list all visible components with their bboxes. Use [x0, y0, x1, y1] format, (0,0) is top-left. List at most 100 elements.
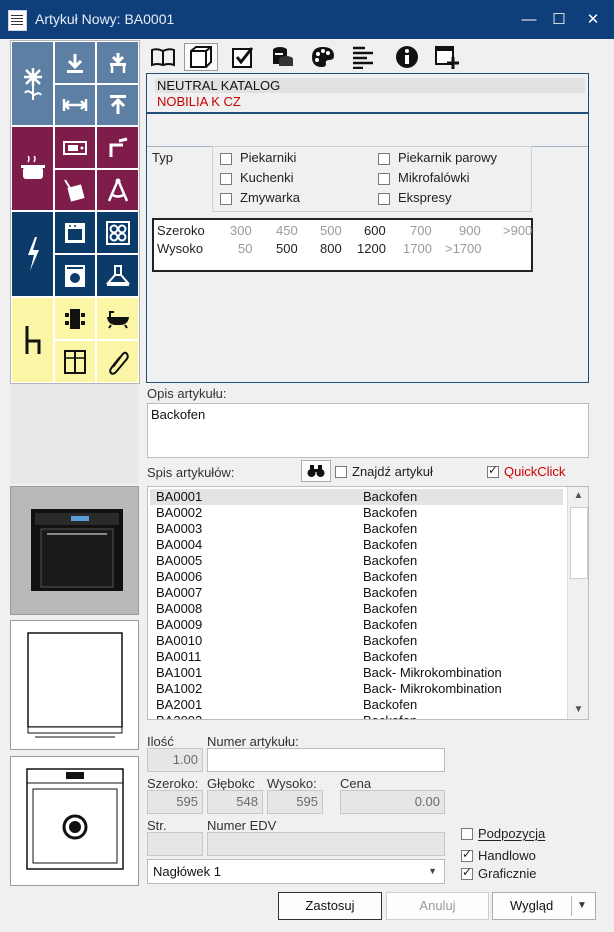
- cena-label: Cena: [340, 776, 372, 791]
- ilosc-label: Ilość: [147, 734, 174, 749]
- washing-machine-icon[interactable]: [54, 254, 96, 297]
- height-option[interactable]: 50: [238, 241, 252, 256]
- hood-icon[interactable]: [96, 254, 139, 297]
- minimize-button[interactable]: —: [514, 8, 544, 32]
- znajdz-checkbox[interactable]: [335, 466, 347, 478]
- list-item[interactable]: BA0004 Backofen: [150, 537, 563, 553]
- install-arrow-icon[interactable]: [96, 41, 139, 84]
- list-item[interactable]: BA0008 Backofen: [150, 601, 563, 617]
- width-option[interactable]: 600: [364, 223, 386, 238]
- quickclick-label: QuickClick: [504, 464, 566, 479]
- width-option[interactable]: 450: [276, 223, 298, 238]
- list-item[interactable]: BA1001 Back- Mikrokombination: [150, 665, 563, 681]
- cabinet-icon[interactable]: [54, 340, 96, 383]
- info-icon[interactable]: [390, 43, 424, 71]
- cooktop-icon[interactable]: [96, 211, 139, 254]
- scroll-up-icon[interactable]: ▲: [568, 487, 588, 505]
- list-item[interactable]: BA0003 Backofen: [150, 521, 563, 537]
- height-option[interactable]: 500: [276, 241, 298, 256]
- list-item[interactable]: BA0007 Backofen: [150, 585, 563, 601]
- width-option[interactable]: 500: [320, 223, 342, 238]
- article-description: Backofen: [363, 553, 418, 568]
- bathtub-icon[interactable]: [96, 297, 139, 340]
- article-code: BA2001: [156, 697, 203, 712]
- bag-icon[interactable]: [54, 169, 96, 211]
- list-item[interactable]: BA0011 Backofen: [150, 649, 563, 665]
- piekarnik-parowy-checkbox[interactable]: [378, 153, 390, 165]
- compass-icon[interactable]: [96, 169, 139, 211]
- panel-icon[interactable]: [54, 126, 96, 169]
- height-option[interactable]: 1700: [403, 241, 432, 256]
- opis-textarea[interactable]: Backofen: [147, 403, 589, 458]
- list-item[interactable]: BA0005 Backofen: [150, 553, 563, 569]
- str-field: [147, 832, 203, 856]
- flower-icon[interactable]: [11, 41, 54, 126]
- handlowo-checkbox[interactable]: [461, 847, 473, 862]
- list-item[interactable]: BA0009 Backofen: [150, 617, 563, 633]
- list-item[interactable]: BA0010 Backofen: [150, 633, 563, 649]
- ekspresy-checkbox[interactable]: [378, 193, 390, 205]
- scroll-thumb[interactable]: [570, 507, 588, 579]
- width-option[interactable]: 900: [459, 223, 481, 238]
- faucet-icon[interactable]: [96, 126, 139, 169]
- paperclip-icon[interactable]: [96, 340, 139, 383]
- znajdz-label: Znajdź artykuł: [352, 464, 433, 479]
- list-item[interactable]: BA0001 Backofen: [150, 489, 563, 505]
- apply-button[interactable]: Zastosuj: [278, 892, 382, 920]
- zmywarka-checkbox[interactable]: [220, 193, 232, 205]
- palette-icon[interactable]: [306, 43, 340, 71]
- height-option[interactable]: 1200: [357, 241, 386, 256]
- list-item[interactable]: BA2002 Backofen: [150, 713, 563, 719]
- piekarniki-checkbox[interactable]: [220, 153, 232, 165]
- add-window-icon[interactable]: [430, 43, 464, 71]
- book-icon[interactable]: [146, 43, 180, 71]
- view-button[interactable]: Wygląd ▼: [492, 892, 596, 920]
- height-option[interactable]: 800: [320, 241, 342, 256]
- width-option[interactable]: >900: [503, 223, 532, 238]
- checkbox-icon[interactable]: [226, 43, 260, 71]
- podpozycja-checkbox[interactable]: [461, 828, 473, 840]
- list-item[interactable]: BA0006 Backofen: [150, 569, 563, 585]
- database-icon[interactable]: [266, 43, 300, 71]
- list-item[interactable]: BA0002 Backofen: [150, 505, 563, 521]
- width-arrows-icon[interactable]: [54, 84, 96, 126]
- empty-strip: [10, 384, 138, 484]
- kuchenki-checkbox[interactable]: [220, 173, 232, 185]
- view-dropdown-icon[interactable]: ▼: [577, 893, 587, 919]
- maximize-button[interactable]: ☐: [544, 8, 574, 32]
- article-description: Backofen: [363, 633, 418, 648]
- lightning-icon[interactable]: [11, 211, 54, 297]
- graficznie-checkbox[interactable]: [461, 865, 473, 880]
- list-scrollbar[interactable]: ▲ ▼: [567, 487, 588, 719]
- article-code: BA0006: [156, 569, 203, 584]
- download-arrow-icon[interactable]: [54, 41, 96, 84]
- chair-icon[interactable]: [11, 297, 54, 383]
- glebokosc-field: 548: [207, 790, 263, 814]
- quickclick-checkbox[interactable]: [487, 463, 499, 478]
- wysokosc-field: 595: [267, 790, 323, 814]
- cooking-pot-icon[interactable]: [11, 126, 54, 211]
- upload-arrow-icon[interactable]: [96, 84, 139, 126]
- box-icon[interactable]: [184, 43, 218, 71]
- mikrofalowki-checkbox[interactable]: [378, 173, 390, 185]
- numer-input[interactable]: [207, 748, 445, 772]
- scroll-down-icon[interactable]: ▼: [568, 701, 588, 719]
- list-item[interactable]: BA2001 Backofen: [150, 697, 563, 713]
- close-button[interactable]: ✕: [578, 8, 608, 32]
- piekarniki-label: Piekarniki: [240, 150, 297, 165]
- list-item[interactable]: BA1002 Back- Mikrokombination: [150, 681, 563, 697]
- width-option[interactable]: 300: [230, 223, 252, 238]
- article-code: BA0005: [156, 553, 203, 568]
- oven-icon[interactable]: [54, 211, 96, 254]
- article-list[interactable]: BA0001 Backofen BA0002 Backofen BA0003 Backof…: [147, 486, 589, 720]
- width-option[interactable]: 700: [410, 223, 432, 238]
- height-option[interactable]: >1700: [445, 241, 482, 256]
- naglowek-dropdown[interactable]: Nagłówek 1 ▼: [147, 859, 445, 884]
- align-icon[interactable]: [346, 43, 380, 71]
- spis-label: Spis artykułów:: [147, 465, 235, 480]
- size-filter: Szeroko Wysoko 300 450 500 600 700 900 >…: [152, 218, 533, 272]
- dining-table-icon[interactable]: [54, 297, 96, 340]
- binoculars-button[interactable]: [301, 460, 331, 482]
- cancel-button[interactable]: Anuluj: [386, 892, 489, 920]
- article-description: Backofen: [363, 489, 418, 504]
